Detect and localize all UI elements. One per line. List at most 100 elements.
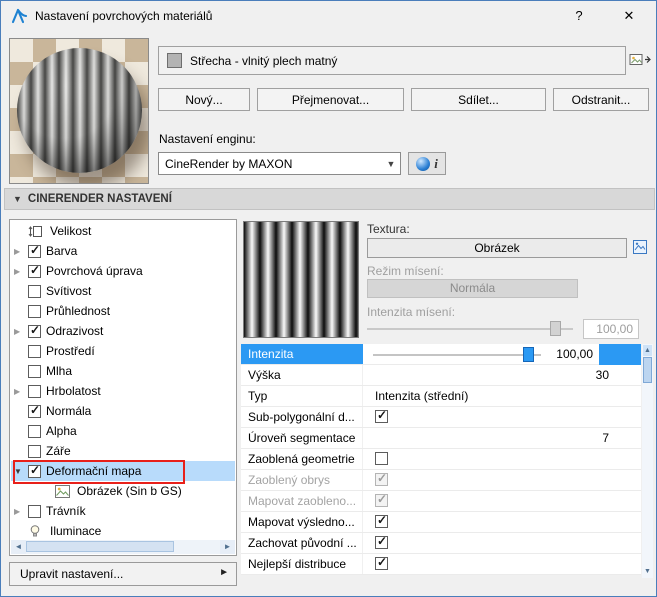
property-checkbox[interactable] — [375, 513, 388, 528]
new-button[interactable]: Nový... — [158, 88, 250, 111]
property-checkbox[interactable] — [375, 555, 388, 570]
tree-item-label: Velikost — [50, 224, 92, 238]
property-row-rove-segmentace: Úroveň segmentace 7 — [241, 428, 641, 449]
edit-settings-button[interactable]: Upravit nastavení... ► — [9, 562, 237, 586]
vertical-scrollbar[interactable]: ▲ ▼ — [642, 344, 653, 578]
property-checkbox[interactable] — [375, 471, 388, 486]
expand-arrow-icon[interactable]: ▶ — [14, 247, 28, 256]
property-value — [363, 491, 641, 511]
cinerender-section-header[interactable]: ▼ CINERENDER NASTAVENÍ — [4, 188, 655, 210]
material-name: Střecha - vlnitý plech matný — [190, 53, 338, 68]
texture-image-button[interactable]: Obrázek — [367, 238, 627, 258]
tree-item-label: Deformační mapa — [46, 464, 142, 478]
tree-item-sv-tivost[interactable]: Svítivost — [11, 281, 235, 301]
selection-fill — [599, 344, 641, 365]
tree-item-z-e[interactable]: Záře — [11, 441, 235, 461]
preview-sphere — [17, 48, 142, 173]
property-row-sub-polygon-ln-d: Sub-polygonální d... — [241, 407, 641, 428]
number-value[interactable]: 7 — [602, 428, 609, 449]
expand-arrow-icon[interactable]: ▶ — [14, 267, 28, 276]
property-checkbox[interactable] — [375, 534, 388, 549]
tree-item-obr-zek-sin-b-gs[interactable]: Obrázek (Sin b GS) — [11, 481, 235, 501]
tree-item-velikost[interactable]: Velikost — [11, 221, 235, 241]
chevron-down-icon: ▼ — [386, 158, 396, 169]
tree-item-checkbox[interactable] — [28, 444, 41, 458]
tree-item-label: Normála — [46, 404, 92, 418]
tree-item-barva[interactable]: ▶ Barva — [11, 241, 235, 261]
expand-arrow-icon[interactable]: ▶ — [14, 507, 28, 516]
tree-item-checkbox[interactable] — [28, 403, 41, 418]
property-checkbox[interactable] — [375, 408, 388, 423]
text-value[interactable]: Intenzita (střední) — [375, 386, 468, 407]
collapse-arrow-icon[interactable]: ▼ — [14, 467, 28, 476]
tree-item-pr-hlednost[interactable]: Průhlednost — [11, 301, 235, 321]
texture-slot-icon[interactable] — [631, 239, 649, 257]
slider-handle[interactable] — [523, 347, 534, 362]
blend-mode-label: Režim mísení: — [367, 264, 444, 278]
slider-value[interactable]: 100,00 — [556, 344, 593, 365]
property-checkbox[interactable] — [375, 492, 388, 507]
tree-item-checkbox[interactable] — [28, 323, 41, 338]
section-title: CINERENDER NASTAVENÍ — [27, 193, 172, 205]
chevron-right-icon: ► — [219, 567, 229, 578]
engine-value: CineRender by MAXON — [165, 156, 293, 171]
scroll-down-icon[interactable]: ▼ — [643, 566, 652, 577]
tree-item-label: Mlha — [46, 364, 73, 378]
channel-tree: Velikost ▶ Barva ▶ Povrchová úprava Svítivost… — [9, 219, 237, 556]
tree-item-checkbox[interactable] — [28, 304, 41, 318]
tree-item-deforma-n-mapa[interactable]: ▼ Deformační mapa — [11, 460, 235, 484]
tree-item-checkbox[interactable] — [28, 263, 41, 278]
scroll-right-icon[interactable]: ► — [220, 540, 235, 554]
property-row-mapovat-v-sledno: Mapovat výsledno... — [241, 512, 641, 533]
scroll-up-icon[interactable]: ▲ — [643, 345, 652, 356]
size-icon — [28, 224, 45, 239]
tree-item-checkbox[interactable] — [28, 344, 41, 358]
illumination-icon — [28, 524, 45, 539]
tree-item-mlha[interactable]: Mlha — [11, 361, 235, 381]
share-button[interactable]: Sdílet... — [411, 88, 546, 111]
property-row-v-ka: Výška 30 — [241, 365, 641, 386]
tree-item-checkbox[interactable] — [28, 284, 41, 298]
tree-item-odrazivost[interactable]: ▶ Odrazivost — [11, 321, 235, 341]
material-name-field[interactable]: Střecha - vlnitý plech matný — [158, 46, 626, 75]
tree-item-checkbox[interactable] — [28, 243, 41, 258]
delete-button[interactable]: Odstranit... — [553, 88, 649, 111]
scroll-thumb[interactable] — [643, 357, 652, 383]
property-label: Zaoblená geometrie — [241, 449, 363, 469]
property-row-mapovat-zaobleno: Mapovat zaobleno... — [241, 491, 641, 512]
rename-button[interactable]: Přejmenovat... — [257, 88, 404, 111]
engine-label: Nastavení enginu: — [159, 132, 256, 146]
tree-item-checkbox[interactable] — [28, 424, 41, 438]
material-swatch — [167, 53, 182, 68]
scroll-track[interactable] — [26, 540, 220, 554]
tree-item-povrchov-prava[interactable]: ▶ Povrchová úprava — [11, 261, 235, 281]
scroll-left-icon[interactable]: ◄ — [11, 540, 26, 554]
engine-info-button[interactable]: i — [408, 152, 446, 175]
property-checkbox[interactable] — [375, 452, 388, 465]
close-button[interactable]: ✕ — [612, 1, 646, 31]
property-label: Zaoblený obrys — [241, 470, 363, 490]
tree-item-checkbox[interactable] — [28, 504, 41, 518]
tree-item-alpha[interactable]: Alpha — [11, 421, 235, 441]
number-value[interactable]: 30 — [596, 365, 609, 386]
help-button[interactable]: ? — [564, 1, 594, 31]
scroll-thumb[interactable] — [26, 541, 174, 552]
tree-item-tr-vn-k[interactable]: ▶ Trávník — [11, 501, 235, 521]
tree-item-checkbox[interactable] — [28, 463, 41, 478]
expand-arrow-icon[interactable]: ▶ — [14, 387, 28, 396]
tree-item-label: Iluminace — [50, 524, 102, 538]
engine-select[interactable]: CineRender by MAXON ▼ — [158, 152, 401, 175]
horizontal-scrollbar[interactable]: ◄ ► — [11, 540, 235, 554]
property-value — [363, 554, 641, 574]
tree-item-checkbox[interactable] — [28, 384, 41, 398]
tree-item-hrbolatost[interactable]: ▶ Hrbolatost — [11, 381, 235, 401]
tree-item-prost-ed[interactable]: Prostředí — [11, 341, 235, 361]
tree-item-iluminace[interactable]: Iluminace — [11, 521, 235, 539]
expand-arrow-icon[interactable]: ▶ — [14, 327, 28, 336]
slider-track[interactable] — [373, 354, 541, 356]
info-icon: i — [434, 155, 438, 171]
material-popup-button[interactable] — [629, 51, 651, 69]
tree-item-checkbox[interactable] — [28, 364, 41, 378]
tree-item-label: Barva — [46, 244, 78, 258]
tree-item-norm-la[interactable]: Normála — [11, 401, 235, 421]
